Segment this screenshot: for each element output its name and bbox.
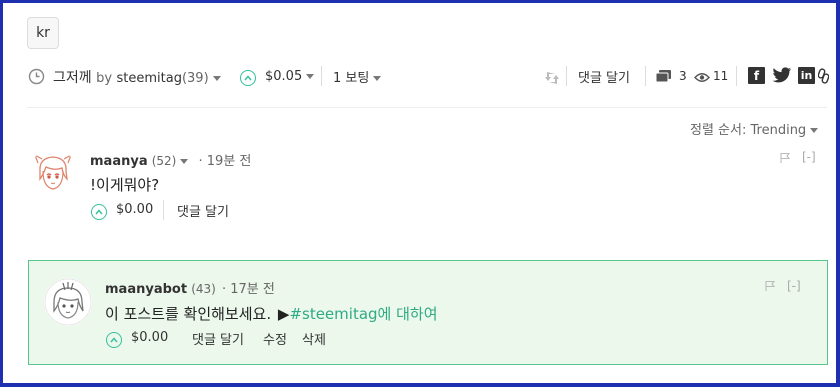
post-reply-button[interactable]: 댓글 달기 <box>578 67 630 86</box>
collapse-button[interactable]: [-] <box>787 279 801 293</box>
post-payout[interactable]: $0.05 <box>265 69 315 84</box>
flag-icon[interactable] <box>764 280 776 296</box>
eye-icon <box>694 71 710 87</box>
chevron-down-icon <box>306 74 315 79</box>
divider <box>566 66 567 86</box>
comment-reply-button[interactable]: 댓글 달기 <box>177 201 229 220</box>
comment-tag-link[interactable]: #steemitag에 대하여 <box>289 305 437 323</box>
post-votes-label: 1 보팅 <box>333 71 370 86</box>
upvote-icon <box>240 70 256 86</box>
post-payout-value: $0.05 <box>265 69 303 84</box>
avatar[interactable] <box>29 149 77 197</box>
comment-time[interactable]: · 17분 전 <box>222 282 275 297</box>
facebook-icon[interactable]: f <box>748 67 765 84</box>
comment-payout[interactable]: $0.00 <box>116 202 153 217</box>
sort-label: 정렬 순서: <box>690 123 747 138</box>
post-upvote-button[interactable] <box>240 69 256 86</box>
linkedin-icon[interactable]: in <box>798 67 815 84</box>
comment-count: 3 <box>679 69 687 83</box>
comment-body-text: 이 포스트를 확인해보세요. <box>105 305 272 323</box>
collapse-button[interactable]: [-] <box>802 150 816 164</box>
comment-body: !이게뭐야? <box>90 176 160 194</box>
sort-value: Trending <box>750 123 807 138</box>
comment-edit-button[interactable]: 수정 <box>263 329 287 348</box>
resteem-icon[interactable] <box>544 71 560 89</box>
post-time[interactable]: 그저께 by steemitag(39) <box>53 67 221 87</box>
divider <box>645 66 646 86</box>
divider <box>321 66 322 86</box>
chevron-down-icon <box>810 128 819 133</box>
divider <box>736 66 737 86</box>
comment-upvote-button[interactable] <box>91 203 107 220</box>
comment-header: maanya (52) · 19분 전 <box>90 150 251 169</box>
twitter-icon[interactable] <box>772 67 792 88</box>
flag-icon[interactable] <box>779 152 791 168</box>
sort-selector[interactable]: 정렬 순서: Trending <box>690 119 819 138</box>
tag-chip[interactable]: kr <box>27 17 59 49</box>
post-author-rep: (39) <box>181 71 209 86</box>
chevron-down-icon <box>373 76 382 81</box>
link-icon[interactable] <box>817 68 830 88</box>
comment-header: maanyabot (43) · 17분 전 <box>105 278 275 297</box>
chevron-down-icon[interactable] <box>180 159 189 164</box>
comment-upvote-button[interactable] <box>106 331 122 348</box>
upvote-icon <box>91 204 107 220</box>
page-frame: kr 그저께 by steemitag(39) $0.05 1 보팅 댓글 달기… <box>0 0 840 387</box>
comment-author-rep: (43) <box>191 282 216 296</box>
section-divider <box>27 107 827 108</box>
comment-delete-button[interactable]: 삭제 <box>302 329 326 348</box>
divider <box>163 200 164 220</box>
comment-time[interactable]: · 19분 전 <box>199 154 252 169</box>
play-arrow-icon: ▶ <box>277 305 290 323</box>
view-count: 11 <box>713 69 729 83</box>
comment-author-rep: (52) <box>151 154 177 168</box>
comment-author[interactable]: maanya <box>90 154 148 169</box>
by-label: by <box>96 71 113 86</box>
post-votes[interactable]: 1 보팅 <box>333 67 382 86</box>
comment-body: 이 포스트를 확인해보세요. ▶#steemitag에 대하여 <box>105 303 438 324</box>
clock-icon <box>28 68 45 89</box>
chevron-down-icon[interactable] <box>212 75 221 81</box>
upvote-icon <box>106 332 122 348</box>
post-time-label: 그저께 <box>53 70 92 86</box>
comments-icon[interactable] <box>655 70 672 88</box>
comment-payout[interactable]: $0.00 <box>131 330 168 345</box>
comment-author[interactable]: maanyabot <box>105 282 187 297</box>
avatar[interactable] <box>44 278 92 326</box>
post-author[interactable]: steemitag <box>117 71 182 86</box>
comment-reply-button[interactable]: 댓글 달기 <box>192 329 244 348</box>
